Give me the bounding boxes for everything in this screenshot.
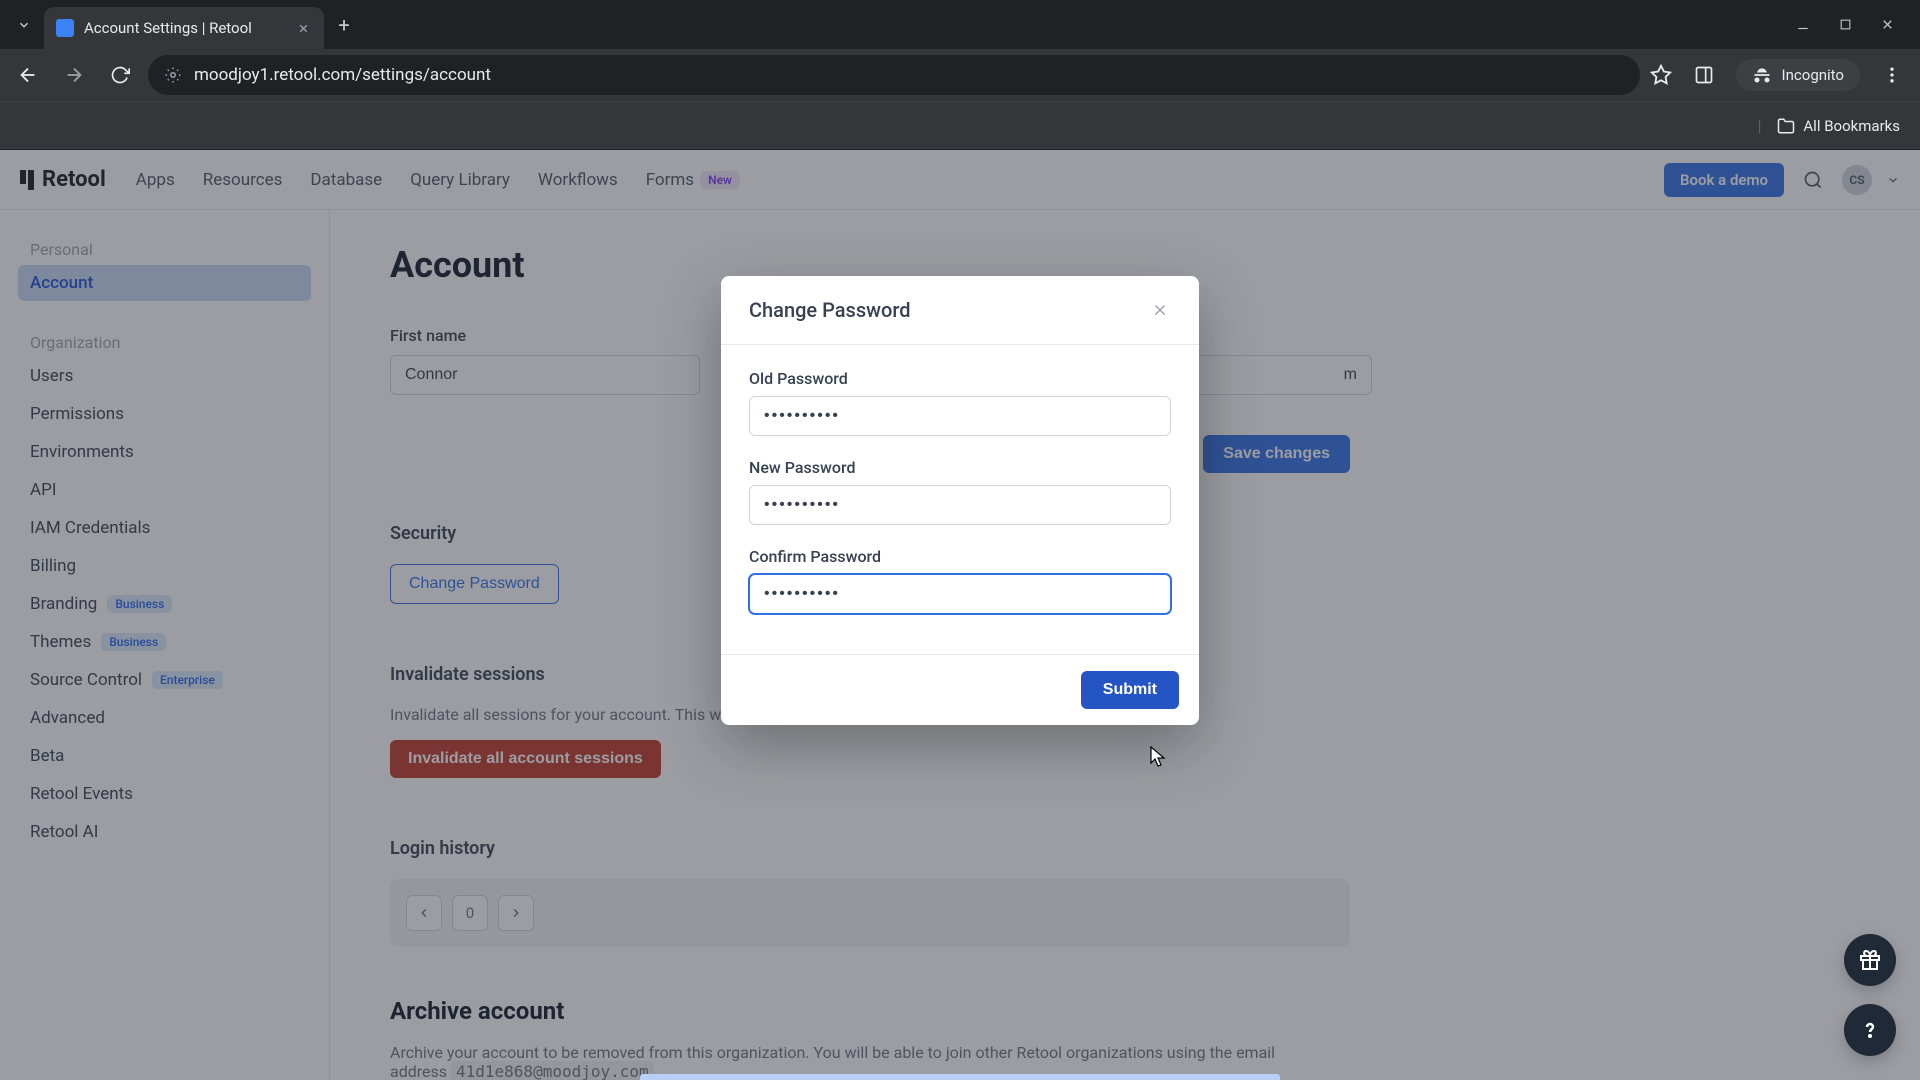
all-bookmarks-label: All Bookmarks	[1803, 117, 1900, 135]
old-password-label: Old Password	[749, 369, 1171, 388]
modal-overlay[interactable]: Change Password Old Password New Passwor…	[0, 150, 1920, 1080]
confirm-password-label: Confirm Password	[749, 547, 1171, 566]
tab-bar: Account Settings | Retool +	[0, 0, 1920, 49]
bookmark-star-icon[interactable]	[1650, 64, 1672, 86]
extensions-icon[interactable]	[1694, 65, 1714, 85]
url-text: moodjoy1.retool.com/settings/account	[194, 65, 1624, 85]
minimize-icon[interactable]	[1794, 16, 1812, 34]
browser-menu-icon[interactable]	[1882, 65, 1902, 85]
tab-title: Account Settings | Retool	[84, 19, 252, 37]
new-tab-button[interactable]: +	[328, 9, 360, 41]
old-password-input[interactable]	[749, 396, 1171, 436]
tab-close-icon[interactable]	[294, 19, 312, 37]
address-bar[interactable]: moodjoy1.retool.com/settings/account	[148, 55, 1640, 95]
maximize-icon[interactable]	[1836, 16, 1854, 34]
gift-fab[interactable]	[1844, 934, 1896, 986]
bottom-highlight-bar	[640, 1074, 1280, 1080]
window-controls	[1794, 16, 1912, 34]
browser-tab[interactable]: Account Settings | Retool	[44, 7, 324, 49]
back-button[interactable]	[10, 57, 46, 93]
site-settings-icon[interactable]	[164, 66, 182, 84]
new-password-input[interactable]	[749, 485, 1171, 525]
incognito-icon	[1752, 65, 1772, 85]
close-window-icon[interactable]	[1878, 16, 1896, 34]
tab-search-dropdown[interactable]	[8, 9, 40, 41]
help-fab[interactable]	[1844, 1004, 1896, 1056]
modal-title: Change Password	[749, 298, 910, 322]
submit-button[interactable]: Submit	[1081, 671, 1179, 709]
browser-chrome: Account Settings | Retool + moodjoy1.ret…	[0, 0, 1920, 150]
modal-close-button[interactable]	[1149, 299, 1171, 321]
all-bookmarks-button[interactable]: All Bookmarks	[1777, 117, 1900, 135]
folder-icon	[1777, 117, 1795, 135]
app-root: Retool Apps Resources Database Query Lib…	[0, 150, 1920, 1080]
forward-button[interactable]	[56, 57, 92, 93]
incognito-label: Incognito	[1782, 66, 1844, 84]
bookmarks-bar: | All Bookmarks	[0, 101, 1920, 149]
change-password-modal: Change Password Old Password New Passwor…	[721, 276, 1199, 725]
tab-favicon	[56, 19, 74, 37]
confirm-password-input[interactable]	[749, 574, 1171, 614]
reload-button[interactable]	[102, 57, 138, 93]
help-fab-stack	[1844, 934, 1896, 1056]
new-password-label: New Password	[749, 458, 1171, 477]
incognito-indicator[interactable]: Incognito	[1736, 59, 1860, 91]
url-bar: moodjoy1.retool.com/settings/account Inc…	[0, 49, 1920, 101]
